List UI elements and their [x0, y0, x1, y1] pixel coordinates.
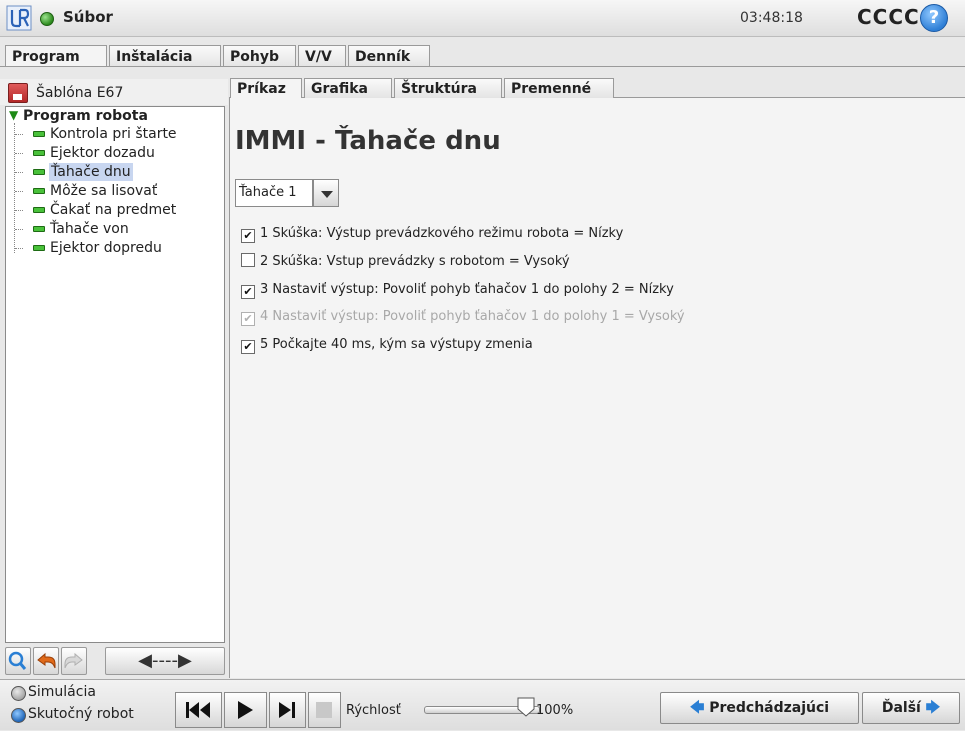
node-icon: [33, 131, 45, 137]
tree-connector: [15, 191, 23, 193]
check-row-label: 1 Skúška: Výstup prevádzkového režimu ro…: [260, 226, 624, 241]
tree-connector: [15, 172, 23, 174]
previous-label: Predchádzajúci: [709, 700, 830, 716]
search-icon[interactable]: [5, 647, 31, 675]
check-row-5[interactable]: ✔ 5 Počkajte 40 ms, kým sa výstupy zmenia: [241, 336, 533, 354]
top-bar: [0, 0, 965, 37]
rewind-icon: [186, 702, 210, 718]
node-icon: [33, 150, 45, 156]
tab-variables[interactable]: Premenné: [504, 78, 614, 98]
tree-item-kontrola[interactable]: Kontrola pri štarte: [50, 125, 177, 143]
redo-icon[interactable]: [61, 647, 87, 675]
tab-graphics[interactable]: Grafika: [304, 78, 392, 98]
tree-item-ejektor-dozadu[interactable]: Ejektor dozadu: [50, 144, 155, 162]
file-menu-title[interactable]: Súbor: [63, 8, 113, 26]
node-icon: [33, 207, 45, 213]
tab-log[interactable]: Denník: [348, 45, 430, 67]
checkbox-icon[interactable]: [241, 253, 255, 267]
stop-icon: [316, 702, 332, 718]
real-robot-label: Skutočný robot: [28, 706, 134, 722]
tree-guide-line: [14, 123, 16, 253]
tab-move[interactable]: Pohyb: [223, 45, 296, 67]
check-row-label: 2 Skúška: Vstup prevádzky s robotom = Vy…: [260, 254, 570, 269]
tab-command[interactable]: Príkaz: [230, 78, 302, 98]
tree-connector: [15, 134, 23, 136]
checkbox-icon[interactable]: ✔: [241, 340, 255, 354]
puller-select[interactable]: Ťahače 1: [235, 179, 313, 207]
check-row-2[interactable]: 2 Skúška: Vstup prevádzky s robotom = Vy…: [241, 253, 570, 271]
check-row-3[interactable]: ✔ 3 Nastaviť výstup: Povoliť pohyb ťahačo…: [241, 281, 674, 299]
tree-item-tahace-von[interactable]: Ťahače von: [50, 220, 129, 238]
simulation-radio[interactable]: [11, 686, 26, 701]
tree-connector: [15, 153, 23, 155]
check-row-label: 5 Počkajte 40 ms, kým sa výstupy zmenia: [260, 337, 533, 352]
tree-item-moze-sa-lisovat[interactable]: Môže sa lisovať: [50, 182, 157, 200]
save-icon[interactable]: [8, 83, 28, 103]
rewind-button[interactable]: [175, 692, 222, 728]
step-icon: [279, 702, 295, 718]
move-node-button[interactable]: ◀----▶: [105, 647, 225, 675]
speed-slider-thumb[interactable]: [517, 697, 535, 717]
template-name: Šablóna E67: [36, 85, 124, 101]
checkbox-icon[interactable]: ✔: [241, 229, 255, 243]
arrow-left-icon: 🡄: [689, 700, 705, 716]
check-row-4: ✔ 4 Nastaviť výstup: Povoliť pohyb ťahačo…: [241, 308, 685, 326]
speed-value: 100%: [536, 703, 574, 718]
speed-label: Rýchlosť: [346, 703, 401, 718]
tree-expand-icon[interactable]: ▼: [9, 108, 18, 122]
stop-button[interactable]: [308, 692, 341, 728]
tabs-divider: [0, 66, 965, 67]
tab-program[interactable]: Program: [5, 45, 107, 67]
next-button[interactable]: Ďalší 🡆: [862, 692, 960, 724]
node-icon: [33, 188, 45, 194]
real-robot-radio[interactable]: [11, 708, 26, 723]
tree-connector: [15, 229, 23, 231]
command-panel: [229, 97, 965, 678]
undo-icon[interactable]: [33, 647, 59, 675]
play-button[interactable]: [224, 692, 267, 728]
node-icon: [33, 245, 45, 251]
chevron-down-icon[interactable]: [313, 179, 339, 207]
checkbox-icon: ✔: [241, 312, 255, 326]
tree-connector: [15, 210, 23, 212]
tree-root[interactable]: Program robota: [23, 107, 148, 125]
page-title: IMMI - Ťahače dnu: [235, 126, 501, 156]
checkbox-icon[interactable]: ✔: [241, 285, 255, 299]
previous-button[interactable]: 🡄 Predchádzajúci: [660, 692, 859, 724]
check-row-label: 4 Nastaviť výstup: Povoliť pohyb ťahačov…: [260, 309, 685, 324]
tree-item-tahace-dnu[interactable]: Ťahače dnu: [49, 163, 133, 181]
tab-io[interactable]: V/V: [298, 45, 346, 67]
tab-structure[interactable]: Štruktúra: [394, 78, 502, 98]
ur-logo-icon[interactable]: [6, 5, 32, 31]
step-button[interactable]: [269, 692, 306, 728]
tab-installation[interactable]: Inštalácia: [109, 45, 221, 67]
tree-connector: [15, 248, 23, 250]
next-label: Ďalší: [881, 700, 921, 716]
robot-status-icon: [40, 12, 54, 26]
simulation-label: Simulácia: [28, 684, 96, 700]
node-icon: [33, 226, 45, 232]
node-icon: [33, 169, 45, 175]
check-row-label: 3 Nastaviť výstup: Povoliť pohyb ťahačov…: [260, 282, 674, 297]
check-row-1[interactable]: ✔ 1 Skúška: Výstup prevádzkového režimu r…: [241, 225, 623, 243]
robot-name: CCCC: [857, 5, 920, 29]
arrow-right-icon: 🡆: [925, 700, 941, 716]
help-icon[interactable]: ?: [920, 4, 948, 32]
tree-item-cakat-na-predmet[interactable]: Čakať na predmet: [50, 201, 176, 219]
tree-item-ejektor-dopredu[interactable]: Ejektor dopredu: [50, 239, 162, 257]
clock: 03:48:18: [740, 10, 803, 26]
play-icon: [238, 701, 253, 719]
tree-toolbar: ◀----▶: [5, 647, 225, 677]
